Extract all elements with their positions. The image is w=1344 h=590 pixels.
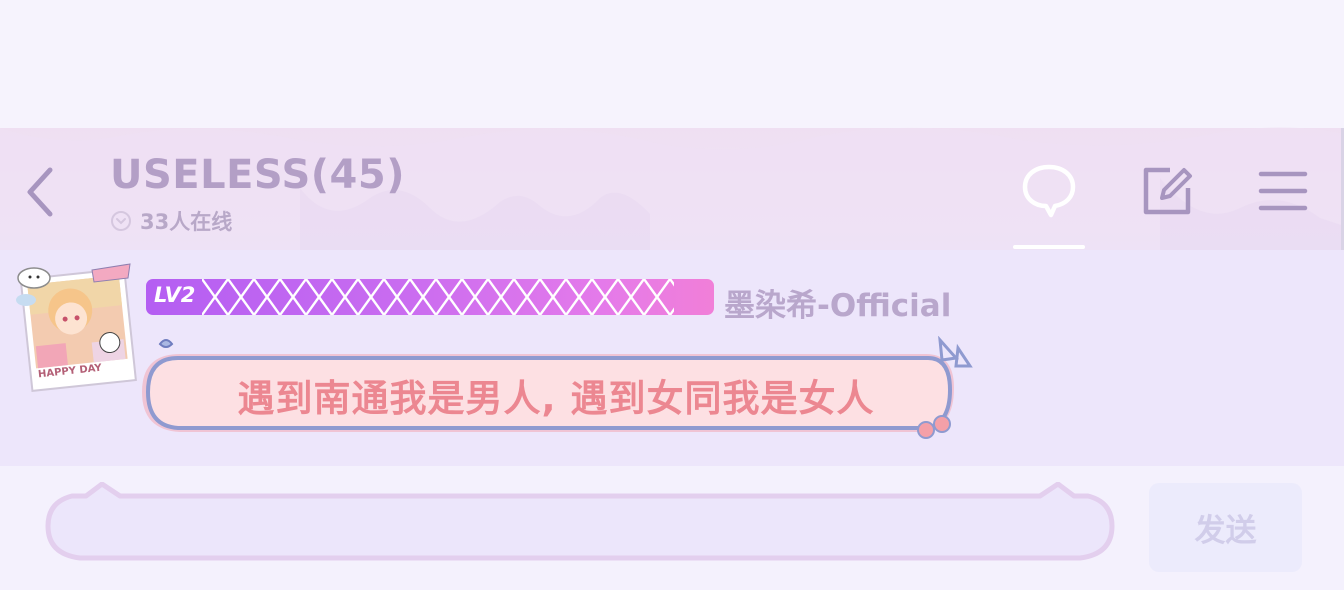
sender-username[interactable]: 墨染希-Official <box>724 280 951 325</box>
top-blank-area <box>0 0 1344 128</box>
message-text: 遇到南通我是男人, 遇到女同我是女人 <box>237 377 875 420</box>
hamburger-menu-icon <box>1258 171 1308 211</box>
level-bar-pattern <box>202 279 674 315</box>
edit-square-icon <box>1143 167 1192 215</box>
edit-button[interactable] <box>1136 160 1198 222</box>
online-count-text: 33人在线 <box>140 210 233 234</box>
chat-bubble-icon <box>1022 164 1076 218</box>
menu-button[interactable] <box>1252 160 1314 222</box>
chat-tab-button[interactable] <box>1018 160 1080 222</box>
level-label: LV2 <box>154 283 196 307</box>
message-input[interactable] <box>80 508 1040 542</box>
chevron-left-icon <box>27 167 53 217</box>
avatar[interactable]: HAPPY DAY <box>12 262 140 393</box>
level-badge-bar[interactable]: LV2 ? <box>146 279 714 315</box>
send-button[interactable]: 发送 <box>1149 483 1302 572</box>
back-button[interactable] <box>22 164 62 220</box>
active-tab-indicator <box>1013 245 1085 249</box>
online-count[interactable]: 33人在线 <box>110 206 232 236</box>
chevron-down-circle-icon <box>111 211 131 231</box>
group-title: USELESS(45) <box>110 152 405 198</box>
